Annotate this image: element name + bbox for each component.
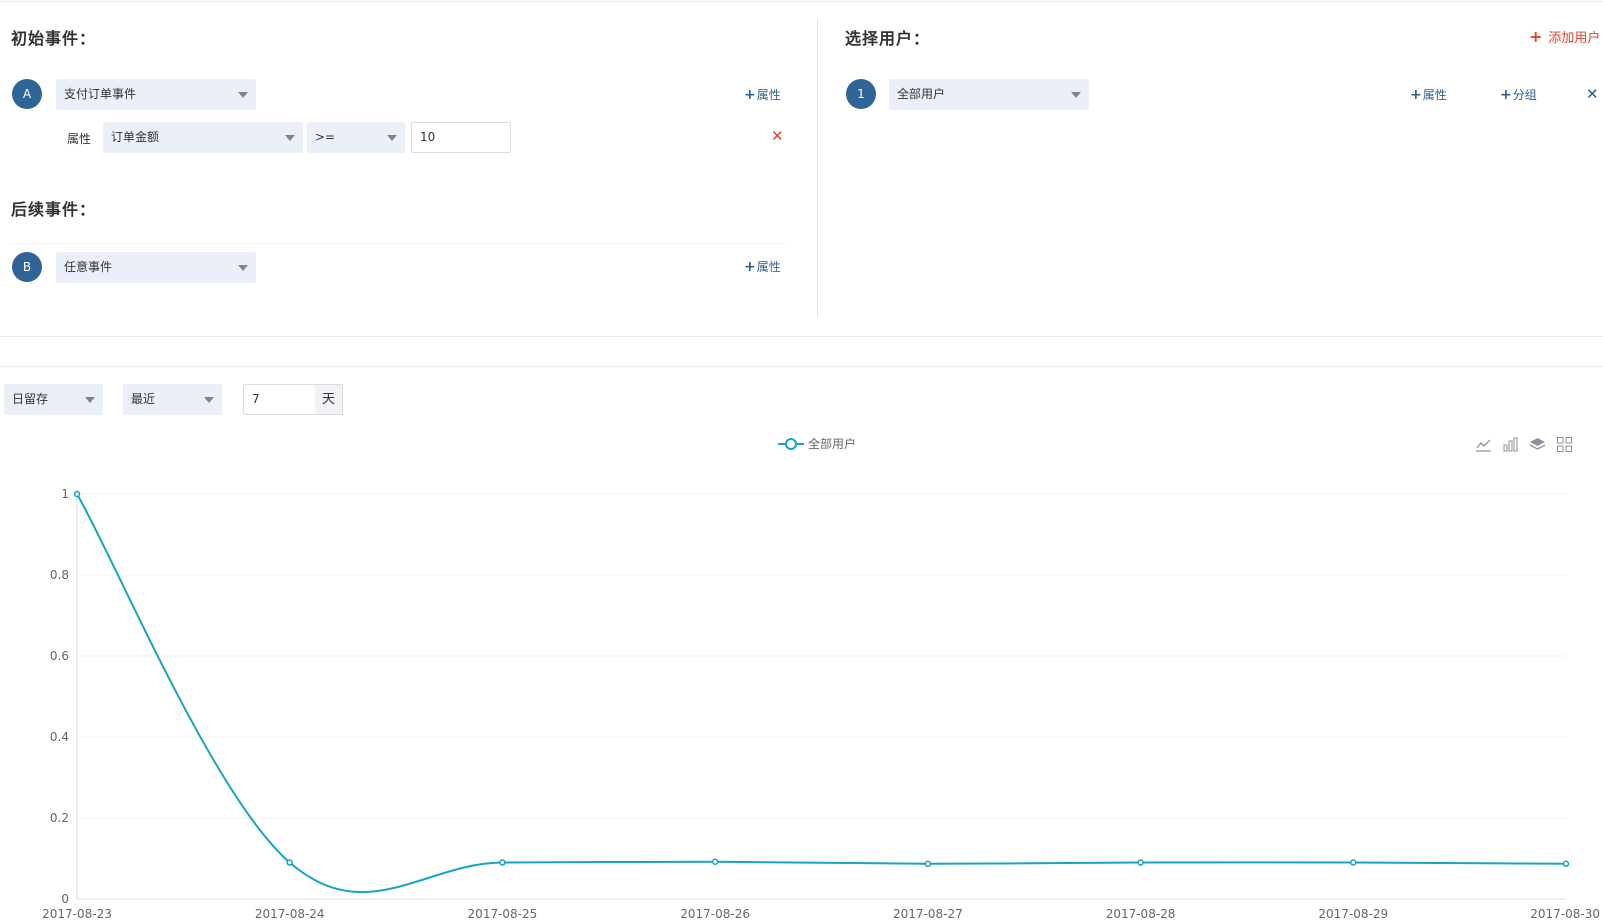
chevron-down-icon xyxy=(85,397,95,403)
user-add-group-label: 分组 xyxy=(1512,88,1537,102)
x-tick-label: 2017-08-28 xyxy=(1106,907,1176,921)
legend-line-circle-icon xyxy=(778,437,804,450)
add-user-button[interactable]: + 添加用户 xyxy=(1529,27,1600,46)
plus-icon: + xyxy=(744,87,756,103)
chevron-down-icon xyxy=(1071,92,1081,98)
data-point[interactable] xyxy=(499,859,506,866)
x-tick-label: 2017-08-26 xyxy=(680,907,750,921)
days-input[interactable]: 7 xyxy=(243,384,316,415)
retention-type-value: 日留存 xyxy=(12,392,49,406)
chart-toolbar xyxy=(1475,436,1573,453)
x-tick-label: 2017-08-30 xyxy=(1530,907,1600,921)
initial-event-badge: A xyxy=(12,79,42,109)
x-tick-label: 2017-08-24 xyxy=(255,907,325,921)
filter-value-text: 10 xyxy=(420,130,436,144)
plus-icon: + xyxy=(1410,87,1422,103)
remove-user-group-icon[interactable]: ✕ xyxy=(1586,85,1599,103)
data-point[interactable] xyxy=(1562,860,1570,868)
filter-operator-select[interactable]: >= xyxy=(307,122,405,153)
initial-add-property-label: 属性 xyxy=(756,88,781,102)
top-border xyxy=(0,1,1603,2)
stack-icon[interactable] xyxy=(1529,436,1546,453)
plus-icon: + xyxy=(744,259,756,275)
bar-chart-icon[interactable] xyxy=(1502,436,1519,453)
filter-property-label: 属性 xyxy=(67,132,92,146)
legend-series-label: 全部用户 xyxy=(808,437,857,451)
series-line xyxy=(76,493,1567,893)
add-user-label: 添加用户 xyxy=(1548,31,1601,46)
section-separator xyxy=(10,243,785,244)
x-tick-label: 2017-08-23 xyxy=(42,907,112,921)
filter-operator-select-value: >= xyxy=(315,130,336,144)
chevron-down-icon xyxy=(387,135,397,141)
filter-property-select-value: 订单金额 xyxy=(111,130,160,144)
followup-event-title: 后续事件： xyxy=(11,200,97,219)
initial-event-select[interactable]: 支付订单事件 xyxy=(56,79,256,110)
followup-event-select[interactable]: 任意事件 xyxy=(56,252,256,283)
chart-legend[interactable]: 全部用户 xyxy=(778,435,856,452)
data-point[interactable] xyxy=(711,858,719,865)
initial-event-select-value: 支付订单事件 xyxy=(64,87,137,101)
chevron-down-icon xyxy=(204,397,214,403)
chart-gridlines xyxy=(77,493,1566,819)
chart-series xyxy=(73,490,1570,893)
chevron-down-icon xyxy=(238,92,248,98)
followup-event-select-value: 任意事件 xyxy=(64,260,113,274)
followup-event-badge: B xyxy=(12,252,42,282)
user-add-property-button[interactable]: +属性 xyxy=(1410,86,1447,103)
y-tick-label: 0.8 xyxy=(50,568,69,582)
horizontal-divider xyxy=(0,336,1603,337)
days-input-value: 7 xyxy=(252,392,260,406)
plus-icon: + xyxy=(1500,87,1512,103)
retention-type-select[interactable]: 日留存 xyxy=(4,384,103,415)
retention-analysis-page: 初始事件： A 支付订单事件 +属性 属性 订单金额 >= 10 ✕ 后续事件：… xyxy=(0,0,1603,924)
y-tick-label: 0.6 xyxy=(50,649,69,663)
initial-add-property-button[interactable]: +属性 xyxy=(744,86,781,103)
followup-add-property-button[interactable]: +属性 xyxy=(744,258,781,275)
data-point[interactable] xyxy=(286,859,293,866)
user-select-title: 选择用户： xyxy=(845,29,931,48)
chart-axes: 0 0.2 0.4 0.6 0.8 1 2017-08-23 2017-08-24 2017-0… xyxy=(42,487,1600,921)
remove-filter-icon[interactable]: ✕ xyxy=(771,127,784,145)
horizontal-divider xyxy=(0,366,1603,367)
user-add-group-button[interactable]: +分组 xyxy=(1500,86,1537,103)
y-tick-label: 1 xyxy=(61,487,69,501)
x-tick-label: 2017-08-25 xyxy=(468,907,538,921)
x-tick-label: 2017-08-29 xyxy=(1318,907,1388,921)
user-select-dropdown[interactable]: 全部用户 xyxy=(889,79,1089,110)
line-chart-icon[interactable] xyxy=(1475,436,1492,453)
data-point[interactable] xyxy=(1350,859,1357,866)
followup-add-property-label: 属性 xyxy=(756,260,781,274)
range-type-value: 最近 xyxy=(131,392,156,406)
data-point[interactable] xyxy=(73,490,81,498)
user-group-badge: 1 xyxy=(846,79,876,109)
user-select-value: 全部用户 xyxy=(897,87,946,101)
chevron-down-icon xyxy=(238,265,248,271)
chevron-down-icon xyxy=(285,135,295,141)
plus-icon: + xyxy=(1529,27,1543,46)
vertical-divider xyxy=(817,18,818,318)
tile-grid-icon[interactable] xyxy=(1556,436,1573,453)
y-tick-label: 0.2 xyxy=(50,811,69,825)
x-tick-label: 2017-08-27 xyxy=(893,907,963,921)
initial-event-title: 初始事件： xyxy=(11,29,97,48)
y-tick-label: 0.4 xyxy=(50,730,69,744)
y-tick-label: 0 xyxy=(61,892,69,906)
data-point[interactable] xyxy=(924,860,932,868)
filter-value-input[interactable]: 10 xyxy=(411,122,511,153)
user-add-property-label: 属性 xyxy=(1422,88,1447,102)
data-point[interactable] xyxy=(1137,859,1144,866)
filter-property-select[interactable]: 订单金额 xyxy=(103,122,303,153)
days-unit-label: 天 xyxy=(315,384,343,415)
range-type-select[interactable]: 最近 xyxy=(123,384,222,415)
